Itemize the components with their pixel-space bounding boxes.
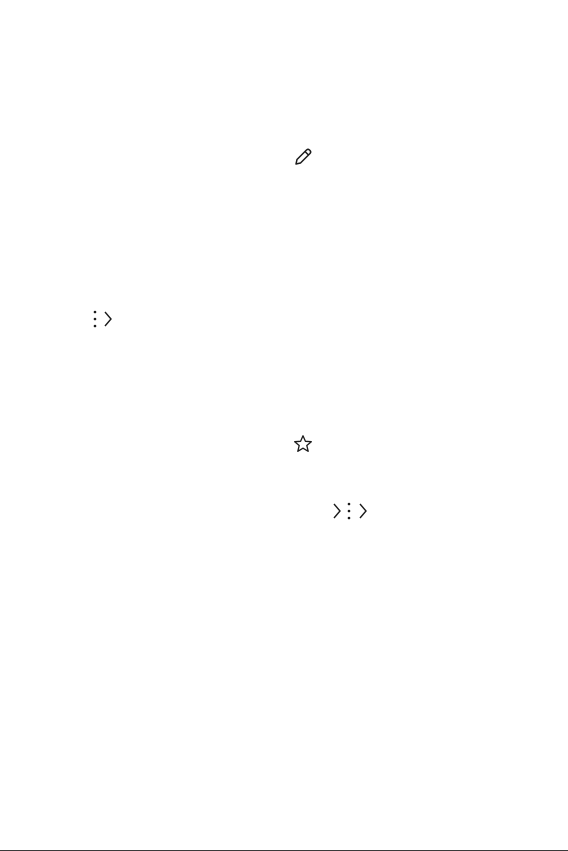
- more-vertical-icon: [345, 501, 353, 521]
- star-outline-icon: [293, 434, 313, 454]
- pencil-icon: [293, 147, 313, 167]
- chevron-right-icon: [102, 310, 114, 328]
- more-vertical-icon: [91, 309, 99, 329]
- chevron-right-icon: [357, 502, 369, 520]
- chevron-right-icon: [331, 502, 343, 520]
